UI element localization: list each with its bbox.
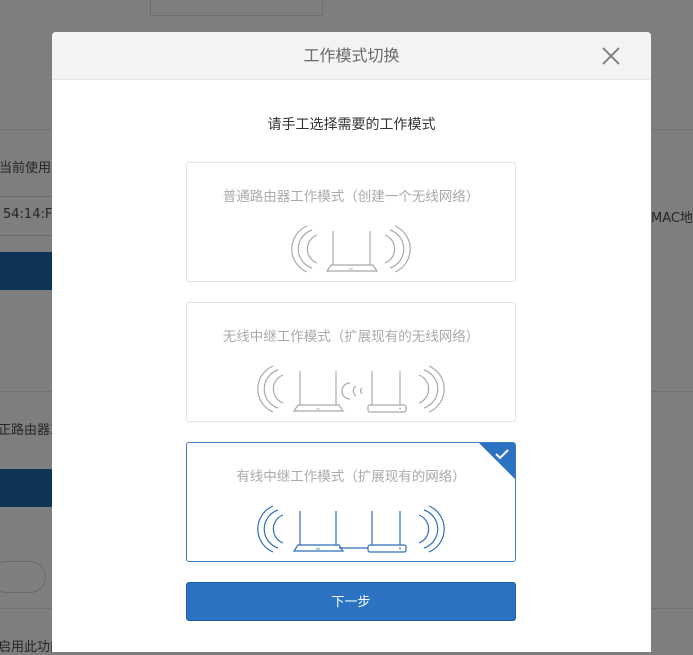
wireless-repeater-icon: mi (257, 365, 445, 413)
close-button[interactable] (599, 44, 623, 68)
background-button (0, 469, 52, 507)
router-brand-text: mi (349, 267, 353, 271)
wired-repeater-icon: mi (257, 505, 445, 553)
mode-option-label: 普通路由器工作模式（创建一个无线网络） (222, 189, 480, 205)
mode-prompt: 请手工选择需要的工作模式 (267, 117, 436, 133)
background-top-field (150, 0, 323, 16)
check-icon (479, 443, 515, 479)
background-button (0, 252, 52, 290)
router-icon: mi (291, 225, 411, 273)
background-toggle (0, 561, 46, 593)
next-step-button[interactable]: 下一步 (186, 582, 516, 621)
background-mac-value: 54:14:F (3, 207, 53, 222)
close-icon (602, 47, 620, 65)
mode-option-label: 有线中继工作模式（扩展现有的网络） (236, 469, 466, 485)
router-brand-text: mi (316, 547, 320, 551)
mode-option-router[interactable]: 普通路由器工作模式（创建一个无线网络） mi (186, 162, 516, 282)
mode-option-wired-repeater[interactable]: 有线中继工作模式（扩展现有的网络） mi (186, 442, 516, 562)
background-mac-label: MAC地址 (651, 211, 693, 226)
work-mode-dialog: 工作模式切换 请手工选择需要的工作模式 普通路由器工作模式（创建一个无线网络） (52, 32, 651, 652)
dialog-title: 工作模式切换 (303, 46, 400, 65)
dialog-header: 工作模式切换 (52, 32, 651, 80)
router-brand-text: mi (316, 407, 320, 411)
mode-option-label: 无线中继工作模式（扩展现有的无线网络） (222, 329, 480, 345)
mode-option-wireless-repeater[interactable]: 无线中继工作模式（扩展现有的无线网络） mi (186, 302, 516, 422)
